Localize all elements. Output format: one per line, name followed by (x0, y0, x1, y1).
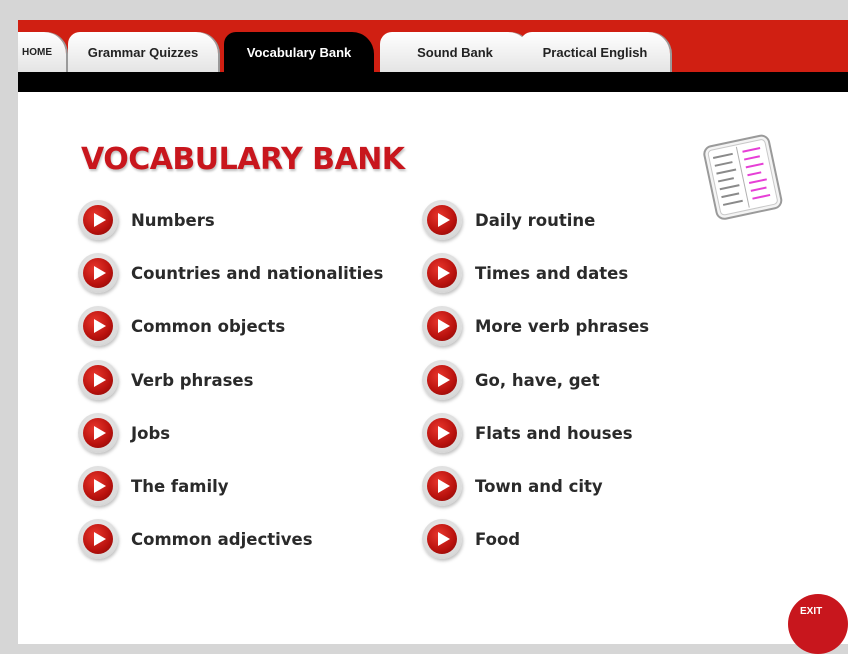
vocab-item-flats-and-houses[interactable]: Flats and houses (422, 413, 633, 453)
item-label: Go, have, get (475, 370, 600, 390)
item-label: The family (131, 476, 229, 496)
tab-sound-bank[interactable]: Sound Bank (380, 32, 530, 72)
item-label: Common adjectives (131, 529, 313, 549)
vocab-item-numbers[interactable]: Numbers (78, 200, 215, 240)
vocab-item-more-verb-phrases[interactable]: More verb phrases (422, 306, 649, 346)
play-icon (422, 413, 462, 453)
vocab-item-times-and-dates[interactable]: Times and dates (422, 253, 628, 293)
app-frame: HOME Grammar Quizzes Vocabulary Bank Sou… (18, 20, 848, 644)
play-icon (422, 306, 462, 346)
play-icon (78, 360, 118, 400)
play-icon (422, 466, 462, 506)
item-label: Town and city (475, 476, 603, 496)
item-label: Verb phrases (131, 370, 254, 390)
play-icon (78, 253, 118, 293)
play-icon (422, 200, 462, 240)
vocab-item-verb-phrases[interactable]: Verb phrases (78, 360, 253, 400)
item-label: Daily routine (475, 210, 596, 230)
play-icon (78, 306, 118, 346)
vocabulary-list-icon (703, 134, 783, 220)
vocab-item-common-adjectives[interactable]: Common adjectives (78, 519, 313, 559)
play-icon (422, 360, 462, 400)
vocab-item-food[interactable]: Food (422, 519, 520, 559)
item-label: Common objects (131, 316, 286, 336)
item-label: More verb phrases (475, 316, 650, 336)
item-label: Times and dates (475, 263, 629, 283)
vocab-item-the-family[interactable]: The family (78, 466, 229, 506)
tab-home[interactable]: HOME (18, 32, 66, 72)
nav-underline-bar (18, 72, 848, 92)
play-icon (78, 413, 118, 453)
vocab-item-countries-and-nationalities[interactable]: Countries and nationalities (78, 253, 383, 293)
tab-practical-english[interactable]: Practical English (520, 32, 670, 72)
play-icon (78, 200, 118, 240)
item-label: Flats and houses (475, 423, 633, 443)
tab-vocabulary-bank[interactable]: Vocabulary Bank (224, 32, 374, 72)
item-label: Countries and nationalities (131, 263, 384, 283)
vocab-item-daily-routine[interactable]: Daily routine (422, 200, 595, 240)
exit-button[interactable]: EXIT (788, 594, 848, 654)
top-nav: HOME Grammar Quizzes Vocabulary Bank Sou… (18, 20, 848, 72)
vocab-item-jobs[interactable]: Jobs (78, 413, 170, 453)
play-icon (78, 519, 118, 559)
page-title: VOCABULARY BANK (81, 142, 405, 177)
play-icon (422, 519, 462, 559)
item-label: Food (475, 529, 521, 549)
vocab-item-go-have-get[interactable]: Go, have, get (422, 360, 600, 400)
play-icon (78, 466, 118, 506)
play-icon (422, 253, 462, 293)
item-label: Jobs (131, 423, 171, 443)
vocab-item-town-and-city[interactable]: Town and city (422, 466, 603, 506)
item-label: Numbers (131, 210, 215, 230)
vocab-item-common-objects[interactable]: Common objects (78, 306, 285, 346)
tab-grammar-quizzes[interactable]: Grammar Quizzes (68, 32, 218, 72)
